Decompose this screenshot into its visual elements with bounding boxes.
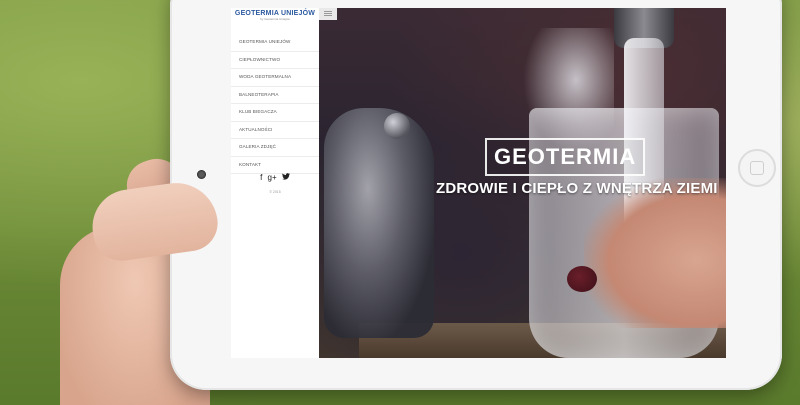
sidebar-item-galeria-zdjec[interactable]: GALERIA ZDJĘĆ	[231, 139, 319, 157]
social-links: f g+	[231, 173, 319, 182]
hero-subtitle: ZDROWIE I CIEPŁO Z WNĘTRZA ZIEMI	[436, 180, 718, 197]
tablet-screen: GEOTERMIA UNIEJÓW by Geotermia Uniejów G…	[231, 8, 726, 358]
sidebar-item-kontakt[interactable]: KONTAKT	[231, 157, 319, 174]
fingernail	[567, 266, 597, 292]
home-button[interactable]	[738, 149, 776, 187]
copyright: © 2015	[269, 190, 281, 194]
hero-image: GEOTERMIA ZDROWIE I CIEPŁO Z WNĘTRZA ZIE…	[319, 8, 726, 358]
menu-toggle-icon[interactable]	[319, 8, 337, 20]
tablet-camera	[197, 170, 206, 179]
site-logo[interactable]: GEOTERMIA UNIEJÓW by Geotermia Uniejów	[233, 10, 317, 21]
faucet-image	[324, 108, 434, 338]
sidebar-item-klub-biegacza[interactable]: KLUB BIEGACZA	[231, 104, 319, 122]
sidebar-item-balneoterapia[interactable]: BALNEOTERAPIA	[231, 87, 319, 104]
sidebar-item-cieplownictwo[interactable]: CIEPŁOWNICTWO	[231, 52, 319, 69]
facebook-icon[interactable]: f	[260, 173, 262, 182]
sidebar-item-woda-geotermalna[interactable]: WODA GEOTERMALNA	[231, 69, 319, 87]
photo-background: GEOTERMIA UNIEJÓW by Geotermia Uniejów G…	[0, 0, 800, 405]
hand-holding-glass	[584, 178, 726, 328]
faucet-handle	[384, 113, 410, 139]
google-plus-icon[interactable]: g+	[268, 173, 277, 182]
logo-title: GEOTERMIA UNIEJÓW	[234, 10, 316, 17]
sidebar-item-geotermia-uniejow[interactable]: GEOTERMIA UNIEJÓW	[231, 34, 319, 52]
sidebar-item-aktualnosci[interactable]: AKTUALNOŚCI	[231, 122, 319, 139]
twitter-icon[interactable]	[281, 173, 290, 182]
logo-subtitle: by Geotermia Uniejów	[260, 17, 290, 21]
sidebar-menu: GEOTERMIA UNIEJÓW CIEPŁOWNICTWO WODA GEO…	[231, 34, 319, 174]
sidebar: GEOTERMIA UNIEJÓW by Geotermia Uniejów G…	[231, 8, 320, 358]
hero-title: GEOTERMIA	[485, 138, 646, 176]
